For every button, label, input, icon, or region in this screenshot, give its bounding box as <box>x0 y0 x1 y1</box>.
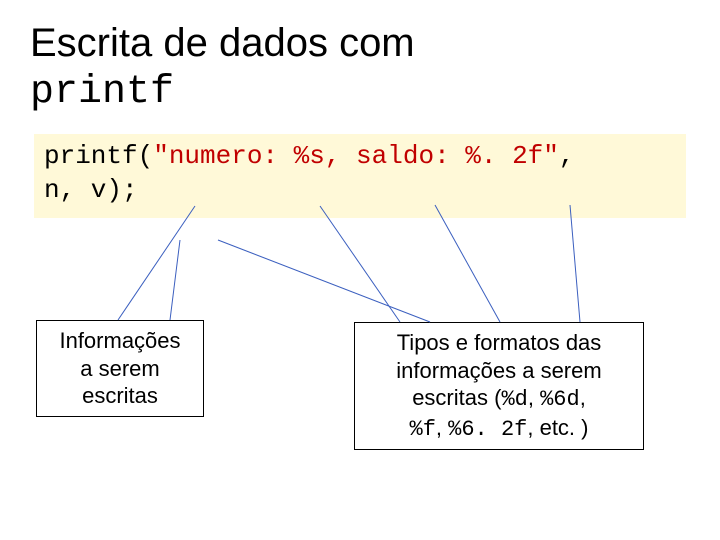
title-line2: printf <box>30 70 174 115</box>
callout-info-box: Informações a serem escritas <box>36 320 204 417</box>
callout-types-l3b: , <box>528 385 540 410</box>
annot-line <box>218 240 430 322</box>
code-line2: n, v); <box>44 175 138 205</box>
callout-info-l2: a serem <box>80 356 159 381</box>
annot-line <box>435 205 500 322</box>
callout-types-l3m1: %d <box>501 387 527 412</box>
annot-line <box>118 206 195 320</box>
slide: Escrita de dados com printf printf("nume… <box>0 0 720 540</box>
callout-types-l2: informações a serem <box>396 358 601 383</box>
callout-types-l4b: , etc. ) <box>527 415 588 440</box>
annot-line <box>570 205 580 322</box>
code-example: printf("numero: %s, saldo: %. 2f", n, v)… <box>34 134 686 218</box>
code-pre: printf( <box>44 141 153 171</box>
callout-types-l3a: escritas ( <box>412 385 501 410</box>
annot-line <box>320 206 400 322</box>
code-string: "numero: %s, saldo: %. 2f" <box>153 141 559 171</box>
title-line1: Escrita de dados com <box>30 21 415 65</box>
callout-types-l4m1: %f <box>410 417 436 442</box>
callout-types-l1: Tipos e formatos das <box>397 330 602 355</box>
callout-types-l4m2: %6. 2f <box>448 417 527 442</box>
annot-line <box>170 240 180 320</box>
callout-types-box: Tipos e formatos das informações a serem… <box>354 322 644 450</box>
callout-info-l3: escritas <box>82 383 158 408</box>
callout-types-l3c: , <box>580 385 586 410</box>
slide-title: Escrita de dados com printf <box>30 20 690 116</box>
callout-types-l3m2: %6d <box>540 387 580 412</box>
callout-info-l1: Informações <box>59 328 180 353</box>
callout-types-l4a: , <box>436 415 448 440</box>
code-post1: , <box>559 141 575 171</box>
